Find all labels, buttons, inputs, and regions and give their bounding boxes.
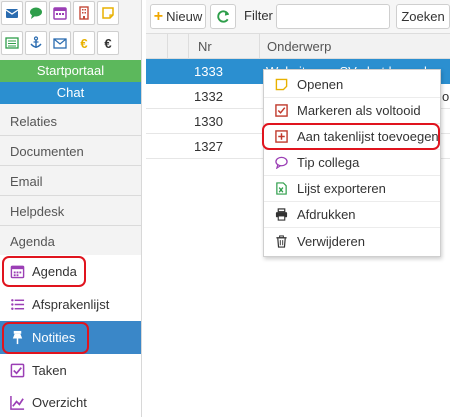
calendar-icon[interactable] <box>49 1 71 25</box>
subitem-label: Taken <box>32 363 67 378</box>
refresh-button[interactable] <box>210 4 236 29</box>
subitem-afsprakenlijst[interactable]: Afsprakenlijst <box>0 288 141 321</box>
context-menu: Openen Markeren als voltooid Aan takenli… <box>263 69 441 257</box>
euro-dark-icon[interactable]: € <box>97 31 119 55</box>
menu-item-markeren-als-voltooid[interactable]: Markeren als voltooid <box>264 98 440 124</box>
search-button[interactable]: Zoeken <box>396 4 450 29</box>
plus-icon: + <box>153 7 164 25</box>
check-square-icon <box>274 104 288 118</box>
column-header-nr[interactable]: Nr <box>198 39 212 54</box>
sidebar: € € Startportaal Chat Relaties Documente… <box>0 0 142 417</box>
startportaal-button[interactable]: Startportaal <box>0 60 141 82</box>
subitem-taken[interactable]: Taken <box>0 354 141 387</box>
menu-item-label: Lijst exporteren <box>297 181 386 196</box>
filter-input[interactable] <box>276 4 390 29</box>
quick-icons-row-2: € € <box>1 31 121 55</box>
nav-agenda[interactable]: Agenda <box>0 227 141 256</box>
menu-item-label: Markeren als voltooid <box>297 103 421 118</box>
new-button-label: Nieuw <box>166 9 203 24</box>
subitem-label: Overzicht <box>32 395 87 410</box>
highlight-ring-agenda <box>2 256 86 287</box>
nav-documenten[interactable]: Documenten <box>0 137 141 166</box>
nav-relaties[interactable]: Relaties <box>0 107 141 136</box>
line-chart-icon <box>9 395 25 411</box>
toolbar: + Nieuw Filter Zoeken <box>146 0 450 34</box>
chat-bubble-icon[interactable] <box>25 1 47 25</box>
highlight-ring-takenlijst <box>262 123 440 150</box>
row-nr: 1330 <box>194 114 223 129</box>
row-nr: 1333 <box>194 64 223 79</box>
list-icon <box>9 297 25 313</box>
column-separator <box>188 34 189 59</box>
anchor-icon[interactable] <box>25 31 47 55</box>
trash-icon <box>274 234 288 248</box>
excel-icon <box>274 182 288 196</box>
list-icon[interactable] <box>1 31 23 55</box>
mail-icon[interactable] <box>1 1 23 25</box>
chat-button[interactable]: Chat <box>0 82 141 104</box>
row-nr: 1332 <box>194 89 223 104</box>
subitem-overzicht[interactable]: Overzicht <box>0 386 141 417</box>
quick-icons-row-1 <box>1 1 121 25</box>
filter-label: Filter <box>244 8 273 23</box>
nav-email[interactable]: Email <box>0 167 141 196</box>
column-separator <box>167 34 168 59</box>
refresh-icon <box>216 10 229 23</box>
menu-item-label: Verwijderen <box>297 233 365 249</box>
check-square-icon <box>9 363 25 379</box>
subitem-label: Afsprakenlijst <box>32 297 110 312</box>
row-subject: or <box>442 89 450 104</box>
envelope-icon[interactable] <box>49 31 71 55</box>
column-separator <box>259 34 260 59</box>
menu-item-afdrukken[interactable]: Afdrukken <box>264 202 440 228</box>
nav-helpdesk[interactable]: Helpdesk <box>0 197 141 226</box>
new-button[interactable]: + Nieuw <box>150 4 206 29</box>
euro-yellow-icon[interactable]: € <box>73 31 95 55</box>
menu-item-lijst-exporteren[interactable]: Lijst exporteren <box>264 176 440 202</box>
sticky-note-icon[interactable] <box>97 1 119 25</box>
speech-bubble-icon <box>274 156 288 170</box>
sticky-note-icon <box>274 78 288 92</box>
table-header: Nr Onderwerp <box>146 34 450 59</box>
menu-item-verwijderen[interactable]: Verwijderen <box>264 228 440 254</box>
menu-item-tip-collega[interactable]: Tip collega <box>264 150 440 176</box>
highlight-ring-notities <box>2 322 89 354</box>
menu-item-label: Openen <box>297 77 344 92</box>
menu-item-openen[interactable]: Openen <box>264 72 440 98</box>
menu-item-label: Afdrukken <box>297 207 356 222</box>
menu-item-label: Tip collega <box>297 155 360 170</box>
row-nr: 1327 <box>194 139 223 154</box>
printer-icon <box>274 208 288 222</box>
building-icon[interactable] <box>73 1 95 25</box>
column-header-onderwerp[interactable]: Onderwerp <box>267 39 331 54</box>
